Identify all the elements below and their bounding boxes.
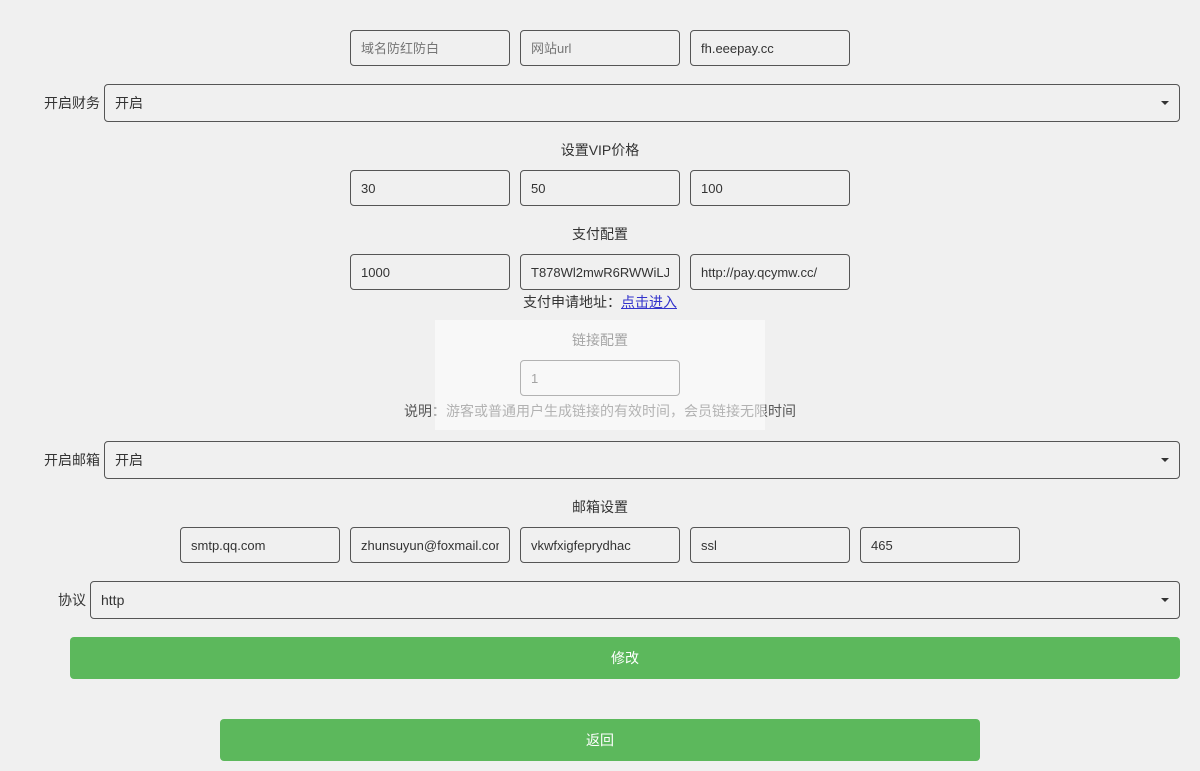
email-title: 邮箱设置 xyxy=(20,497,1180,517)
protocol-row: 协议 http xyxy=(20,581,1180,619)
finance-label: 开启财务 xyxy=(20,93,104,113)
vip-price-1-input[interactable] xyxy=(350,170,510,206)
smtp-pass-input[interactable] xyxy=(520,527,680,563)
site-url-input[interactable] xyxy=(520,30,680,66)
protocol-label: 协议 xyxy=(56,590,90,610)
pay-url-input[interactable] xyxy=(690,254,850,290)
link-cfg-note: 说明：游客或普通用户生成链接的有效时间，会员链接无限时间 xyxy=(20,401,1180,421)
pay-config-row xyxy=(20,254,1180,290)
site-domain-input[interactable] xyxy=(690,30,850,66)
pay-key-input[interactable] xyxy=(520,254,680,290)
link-expire-input[interactable] xyxy=(520,360,680,396)
smtp-port-input[interactable] xyxy=(860,527,1020,563)
vip-price-2-input[interactable] xyxy=(520,170,680,206)
domain-anti-ban-input[interactable] xyxy=(350,30,510,66)
email-open-select[interactable]: 开启 xyxy=(104,441,1180,479)
pay-id-input[interactable] xyxy=(350,254,510,290)
email-settings-row xyxy=(20,527,1180,563)
link-cfg-title: 链接配置 xyxy=(20,330,1180,350)
vip-price-row xyxy=(20,170,1180,206)
smtp-host-input[interactable] xyxy=(180,527,340,563)
vip-price-3-input[interactable] xyxy=(690,170,850,206)
email-open-row: 开启邮箱 开启 xyxy=(20,441,1180,479)
pay-apply-link[interactable]: 点击进入 xyxy=(621,294,677,310)
smtp-user-input[interactable] xyxy=(350,527,510,563)
pay-apply-label: 支付申请地址： xyxy=(523,294,621,310)
vip-title: 设置VIP价格 xyxy=(20,140,1180,160)
pay-title: 支付配置 xyxy=(20,224,1180,244)
finance-row: 开启财务 开启 xyxy=(20,84,1180,122)
finance-select[interactable]: 开启 xyxy=(104,84,1180,122)
link-cfg-row xyxy=(20,360,1180,396)
email-open-label: 开启邮箱 xyxy=(20,450,104,470)
domain-config-row xyxy=(20,30,1180,66)
protocol-select[interactable]: http xyxy=(90,581,1180,619)
back-button[interactable]: 返回 xyxy=(220,719,980,761)
pay-apply-row: 支付申请地址：点击进入 xyxy=(20,292,1180,312)
smtp-secure-input[interactable] xyxy=(690,527,850,563)
